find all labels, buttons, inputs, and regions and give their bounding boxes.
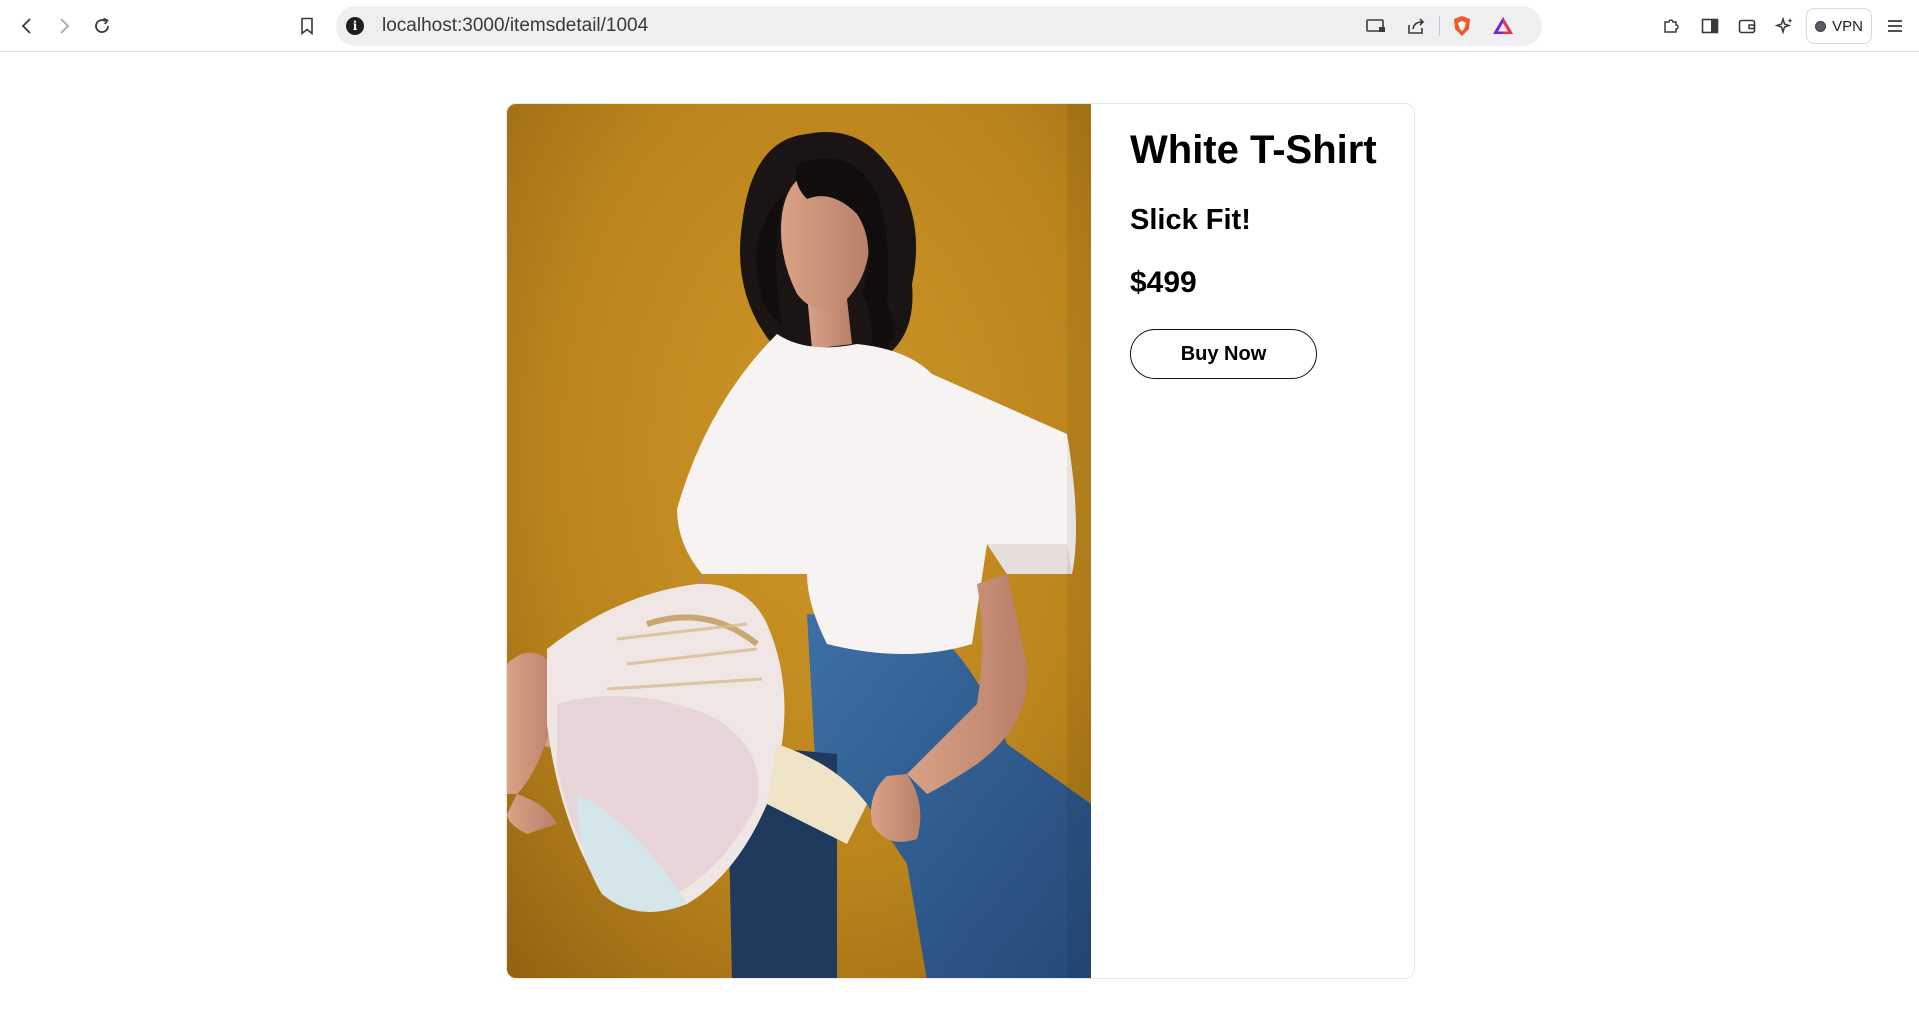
forward-button[interactable] xyxy=(48,10,80,42)
brave-shield-icon xyxy=(1454,16,1470,36)
back-button[interactable] xyxy=(11,10,43,42)
cast-button[interactable] xyxy=(1362,12,1390,40)
info-icon[interactable]: i xyxy=(346,17,364,35)
cast-icon xyxy=(1366,19,1385,32)
vpn-label: VPN xyxy=(1832,17,1863,35)
product-card: White T-Shirt Slick Fit! $499 Buy Now xyxy=(506,103,1415,979)
wallet-button[interactable] xyxy=(1731,10,1763,42)
vpn-status-icon xyxy=(1815,20,1827,32)
product-photo xyxy=(507,104,1091,978)
extensions-button[interactable] xyxy=(1655,10,1687,42)
bookmark-icon xyxy=(301,17,313,36)
share-button[interactable] xyxy=(1402,12,1430,40)
wallet-icon xyxy=(1738,19,1756,34)
bookmark-button[interactable] xyxy=(291,10,323,42)
leo-ai-button[interactable] xyxy=(1769,10,1801,42)
leo-ai-icon xyxy=(1775,16,1793,35)
brave-rewards-button[interactable] xyxy=(1489,12,1517,40)
browser-toolbar: i localhost:3000/itemsdetail/1004 VPN xyxy=(0,0,1919,52)
back-icon xyxy=(21,18,31,34)
share-icon xyxy=(1408,18,1425,34)
buy-now-button[interactable]: Buy Now xyxy=(1130,329,1317,379)
sidebar-icon xyxy=(1701,18,1719,34)
product-price: $499 xyxy=(1130,266,1197,299)
extensions-icon xyxy=(1664,19,1679,33)
address-bar[interactable]: i localhost:3000/itemsdetail/1004 xyxy=(336,6,1542,46)
sidebar-button[interactable] xyxy=(1694,10,1726,42)
product-tagline: Slick Fit! xyxy=(1130,204,1251,236)
product-image xyxy=(507,104,1091,978)
url-separator xyxy=(1439,16,1440,36)
reload-icon xyxy=(95,17,109,33)
menu-button[interactable] xyxy=(1879,10,1911,42)
brave-shields-button[interactable] xyxy=(1448,12,1476,40)
reload-button[interactable] xyxy=(86,10,118,42)
brave-rewards-icon xyxy=(1493,17,1513,34)
menu-icon xyxy=(1888,20,1902,32)
product-title: White T-Shirt xyxy=(1130,128,1377,172)
vpn-button[interactable]: VPN xyxy=(1806,8,1872,44)
forward-icon xyxy=(60,18,70,34)
url-text[interactable]: localhost:3000/itemsdetail/1004 xyxy=(382,6,648,46)
